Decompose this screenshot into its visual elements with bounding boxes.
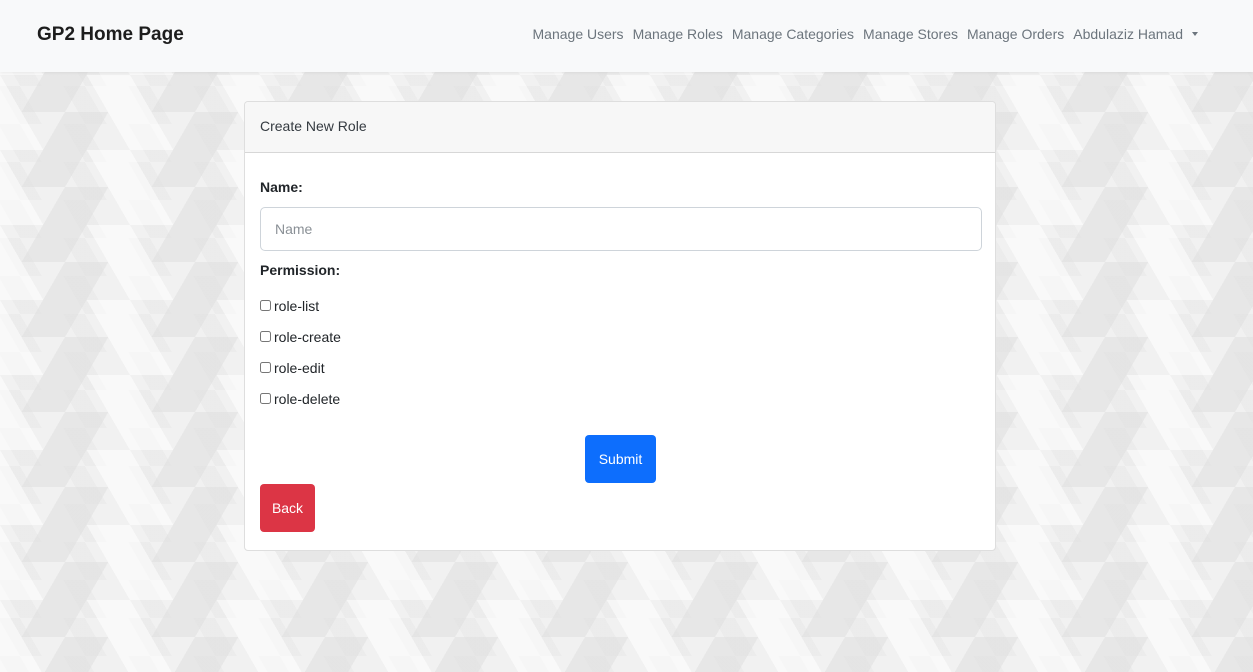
user-name: Abdulaziz Hamad <box>1073 26 1183 42</box>
permission-label-role-delete: role-delete <box>274 390 341 407</box>
permission-item-role-create[interactable]: role-create <box>260 321 341 352</box>
name-label: Name: <box>260 179 303 195</box>
create-role-card: Create New Role Name: Permission: role-l… <box>244 101 996 551</box>
nav-link-manage-roles[interactable]: Manage Roles <box>633 26 723 42</box>
checkbox-role-create[interactable] <box>260 331 271 342</box>
permission-label-role-edit: role-edit <box>274 359 325 376</box>
permission-label-role-list: role-list <box>274 297 320 314</box>
permission-label: Permission: <box>260 262 341 278</box>
nav-link-manage-stores[interactable]: Manage Stores <box>863 26 958 42</box>
nav-link-manage-orders[interactable]: Manage Orders <box>967 26 1064 42</box>
checkbox-role-delete[interactable] <box>260 393 271 404</box>
user-dropdown[interactable]: Abdulaziz Hamad <box>1073 26 1198 42</box>
caret-down-icon <box>1192 32 1198 36</box>
nav-link-manage-users[interactable]: Manage Users <box>533 26 624 42</box>
card-header: Create New Role <box>245 102 995 153</box>
nav-link-manage-categories[interactable]: Manage Categories <box>732 26 854 42</box>
permission-item-role-delete[interactable]: role-delete <box>260 383 341 414</box>
name-input[interactable] <box>260 207 982 251</box>
top-navbar: GP2 Home Page Manage Users Manage Roles … <box>0 0 1253 72</box>
submit-button[interactable]: Submit <box>585 435 656 483</box>
checkbox-role-list[interactable] <box>260 300 271 311</box>
permission-label-role-create: role-create <box>274 328 341 345</box>
navbar-brand[interactable]: GP2 Home Page <box>37 24 184 46</box>
permission-item-role-edit[interactable]: role-edit <box>260 352 341 383</box>
permission-item-role-list[interactable]: role-list <box>260 290 341 321</box>
checkbox-role-edit[interactable] <box>260 362 271 373</box>
back-button[interactable]: Back <box>260 484 315 532</box>
nav-links: Manage Users Manage Roles Manage Categor… <box>524 26 1198 42</box>
permission-list: role-list role-create role-edit role-del… <box>260 290 341 414</box>
